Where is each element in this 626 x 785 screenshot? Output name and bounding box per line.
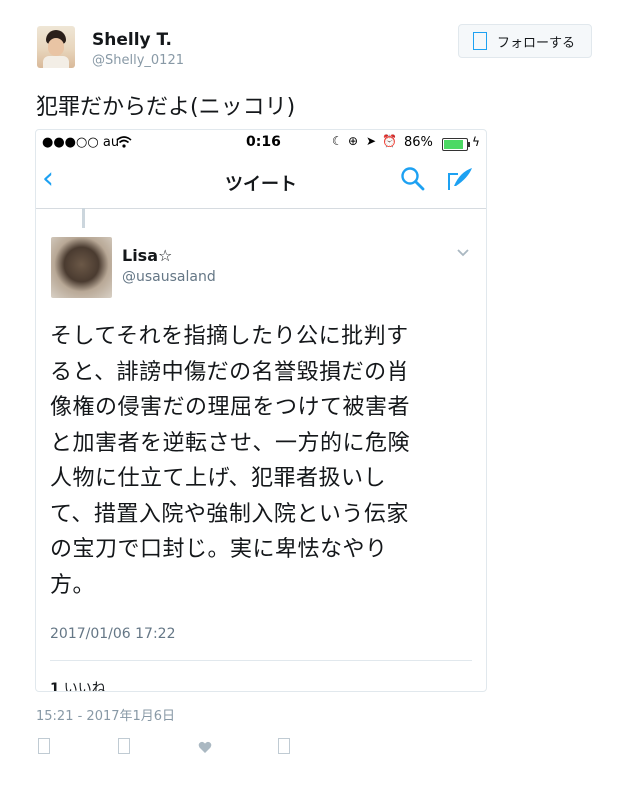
thread-line xyxy=(82,208,85,228)
quoted-line: の宝刀で口封じ。実に卑怯なやり xyxy=(50,537,388,562)
location-icon: ➤ xyxy=(366,134,377,148)
more-icon[interactable] xyxy=(278,738,290,754)
follow-icon xyxy=(473,32,487,50)
retweet-icon[interactable] xyxy=(118,738,130,754)
chevron-down-icon xyxy=(457,249,469,257)
like-count-label: いいね xyxy=(63,681,106,692)
quoted-author-name: Lisa☆ xyxy=(122,246,173,265)
charging-icon: ϟ xyxy=(472,135,480,149)
follow-button-label: フォローする xyxy=(497,35,576,51)
compose-icon[interactable] xyxy=(446,166,474,192)
reply-icon[interactable] xyxy=(38,738,50,754)
quoted-line: と加害者を逆転させ、一方的に危険 xyxy=(50,430,411,456)
battery-icon xyxy=(442,138,470,151)
heart-icon[interactable] xyxy=(198,739,212,758)
quoted-tweet-body: そしてそれを指摘したり公に批判す ると、誹謗中傷だの名誉毀損だの肖 像権の侵害だ… xyxy=(50,319,470,603)
wifi-icon xyxy=(116,136,132,148)
author-handle[interactable]: @Shelly_0121 xyxy=(92,53,184,68)
quoted-line: 人物に仕立て上げ、犯罪者扱いし xyxy=(50,466,386,491)
quoted-author-handle: @usausaland xyxy=(122,269,216,285)
phone-status-bar: ●●●○○ au 0:16 ☾ ⊕ ➤ ⏰ 86% ϟ xyxy=(36,130,486,156)
quoted-author-avatar xyxy=(51,237,112,298)
battery-percent: 86% xyxy=(404,135,433,150)
follow-button[interactable]: フォローする xyxy=(458,24,592,58)
divider xyxy=(50,660,472,661)
alarm-icon: ⏰ xyxy=(382,134,397,148)
carrier-signal: ●●●○○ au xyxy=(42,135,120,150)
quoted-like-count: 1 いいね xyxy=(50,678,106,692)
quoted-line: そしてそれを指摘したり公に批判す xyxy=(50,324,409,349)
quoted-tweet-date: 2017/01/06 17:22 xyxy=(50,626,176,642)
quoted-line: ると、誹謗中傷だの名誉毀損だの肖 xyxy=(50,359,410,385)
moon-icon: ☾ xyxy=(332,134,343,148)
like-count-number: 1 xyxy=(50,681,60,692)
quoted-line: 方。 xyxy=(50,572,96,598)
quoted-line: 像権の侵害だの理屈をつけて被害者 xyxy=(50,395,411,420)
phone-nav-bar: ‹ ツイート xyxy=(36,156,486,209)
phone-time: 0:16 xyxy=(246,134,281,150)
tweet-text: 犯罪だからだよ(ニッコリ) xyxy=(36,95,296,120)
rotation-lock-icon: ⊕ xyxy=(348,134,359,148)
quoted-line: て、措置入院や強制入院という伝家 xyxy=(50,501,409,527)
search-icon[interactable] xyxy=(400,166,426,192)
attached-screenshot[interactable]: ●●●○○ au 0:16 ☾ ⊕ ➤ ⏰ 86% ϟ ‹ ツイート Lisa☆… xyxy=(35,129,487,692)
tweet-timestamp[interactable]: 15:21 - 2017年1月6日 xyxy=(36,705,175,724)
author-avatar[interactable] xyxy=(37,26,75,68)
author-display-name[interactable]: Shelly T. xyxy=(92,30,172,50)
